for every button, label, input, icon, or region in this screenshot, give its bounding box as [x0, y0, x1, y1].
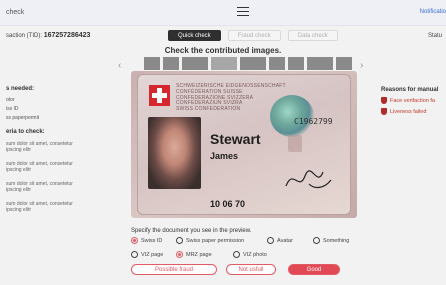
- radio-selected[interactable]: [176, 251, 183, 258]
- menu-icon[interactable]: [237, 7, 249, 16]
- needed-item: otor: [6, 97, 15, 103]
- radio[interactable]: [313, 237, 320, 244]
- thumbnail[interactable]: [144, 57, 160, 70]
- needed-item: iss ID: [6, 106, 19, 112]
- tab-quick-check[interactable]: Quick check: [168, 30, 221, 41]
- criteria-item: sum dolor sit amet, consetetur ipscing e…: [6, 141, 73, 153]
- option-label: Swiss paper permission: [186, 237, 245, 244]
- needed-item: ss paperpermit: [6, 115, 40, 121]
- notifications-link[interactable]: Notificatio: [420, 9, 446, 15]
- option-label: Something: [323, 237, 350, 244]
- transaction-id: saction (TID): 167257286423: [6, 32, 90, 39]
- tab-data-check[interactable]: Data check: [287, 30, 338, 41]
- swiss-flag-icon: [149, 85, 170, 106]
- thumbnail[interactable]: [182, 57, 208, 70]
- criteria-item: sum dolor sit amet, consetetur ipscing e…: [6, 181, 73, 193]
- option-label: Swiss ID: [141, 237, 163, 244]
- document-preview: SCHWEIZERISCHE EIDGENOSSENSCHAFT CONFÉDÉ…: [131, 71, 357, 218]
- thumbnail[interactable]: [240, 57, 266, 70]
- app-title: check: [6, 9, 25, 16]
- prev-arrow-icon[interactable]: ‹: [118, 60, 121, 71]
- option-something[interactable]: Something: [313, 237, 349, 244]
- option-mrz-page[interactable]: MRZ page: [176, 251, 212, 258]
- holder-surname: Stewart: [210, 131, 261, 147]
- page-heading: Check the contributed images.: [164, 46, 282, 55]
- document-issuer: SCHWEIZERISCHE EIDGENOSSENSCHAFT CONFÉDÉ…: [176, 83, 286, 113]
- thumbnail[interactable]: [211, 57, 237, 70]
- option-swiss-id[interactable]: Swiss ID: [131, 237, 162, 244]
- thumbnail-strip: [144, 57, 352, 70]
- holder-given-name: James: [210, 151, 239, 161]
- radio-selected[interactable]: [131, 237, 138, 244]
- next-arrow-icon[interactable]: ›: [360, 60, 363, 71]
- thumbnail[interactable]: [288, 57, 304, 70]
- option-label: VIZ page: [141, 251, 164, 258]
- criteria-title: eria to check:: [6, 129, 45, 135]
- option-label: VIZ photo: [243, 251, 267, 258]
- reason-label: Face verifaction fa: [390, 97, 435, 104]
- reason-item: Liveness failed: [381, 108, 426, 115]
- criteria-item: sum dolor sit amet, consetetur ipscing e…: [6, 201, 73, 213]
- reasons-title: Reasons for manual: [381, 87, 439, 93]
- document-type-prompt: Specify the document you see in the prev…: [131, 228, 252, 234]
- quick-check-page: check Notificatio saction (TID): 1672572…: [0, 0, 446, 285]
- hologram: [270, 95, 314, 137]
- transaction-label: saction (TID):: [6, 33, 43, 39]
- ghost-photo: [288, 135, 302, 152]
- good-button[interactable]: Good: [288, 264, 340, 275]
- option-avatar[interactable]: Avatar: [267, 237, 293, 244]
- id-card: SCHWEIZERISCHE EIDGENOSSENSCHAFT CONFÉDÉ…: [137, 74, 351, 215]
- holder-dob: 10 06 70: [210, 199, 246, 209]
- option-label: Avatar: [277, 237, 293, 244]
- holder-photo: [148, 117, 201, 189]
- thumbnail[interactable]: [307, 57, 333, 70]
- status-label: Statu: [427, 33, 442, 39]
- transaction-value: 167257286423: [43, 32, 91, 39]
- thumbnail[interactable]: [269, 57, 285, 70]
- signature: [283, 162, 333, 196]
- option-viz-page[interactable]: VIZ page: [131, 251, 163, 258]
- criteria-item: sum dolor sit amet, consetetur ipscing e…: [6, 161, 73, 173]
- document-number: C1962799: [294, 117, 333, 126]
- option-viz-photo[interactable]: VIZ photo: [233, 251, 267, 258]
- shield-icon: [381, 97, 387, 104]
- radio[interactable]: [176, 237, 183, 244]
- thumbnail[interactable]: [163, 57, 179, 70]
- option-label: MRZ page: [186, 251, 212, 258]
- radio[interactable]: [267, 237, 274, 244]
- reason-item: Face verifaction fa: [381, 97, 435, 104]
- radio[interactable]: [233, 251, 240, 258]
- check-tabs: Quick check Fraud check Data check: [168, 30, 338, 41]
- tab-fraud-check[interactable]: Fraud check: [227, 30, 281, 41]
- option-swiss-paper-permission[interactable]: Swiss paper permission: [176, 237, 244, 244]
- possible-fraud-button[interactable]: Possible fraud: [131, 264, 217, 275]
- thumbnail[interactable]: [336, 57, 352, 70]
- not-useful-button[interactable]: Not usfull: [226, 264, 276, 275]
- needed-title: s needed:: [6, 86, 35, 92]
- shield-icon: [381, 108, 387, 115]
- top-bar: check Notificatio: [0, 0, 446, 26]
- radio[interactable]: [131, 251, 138, 258]
- reason-label: Liveness failed: [390, 108, 427, 115]
